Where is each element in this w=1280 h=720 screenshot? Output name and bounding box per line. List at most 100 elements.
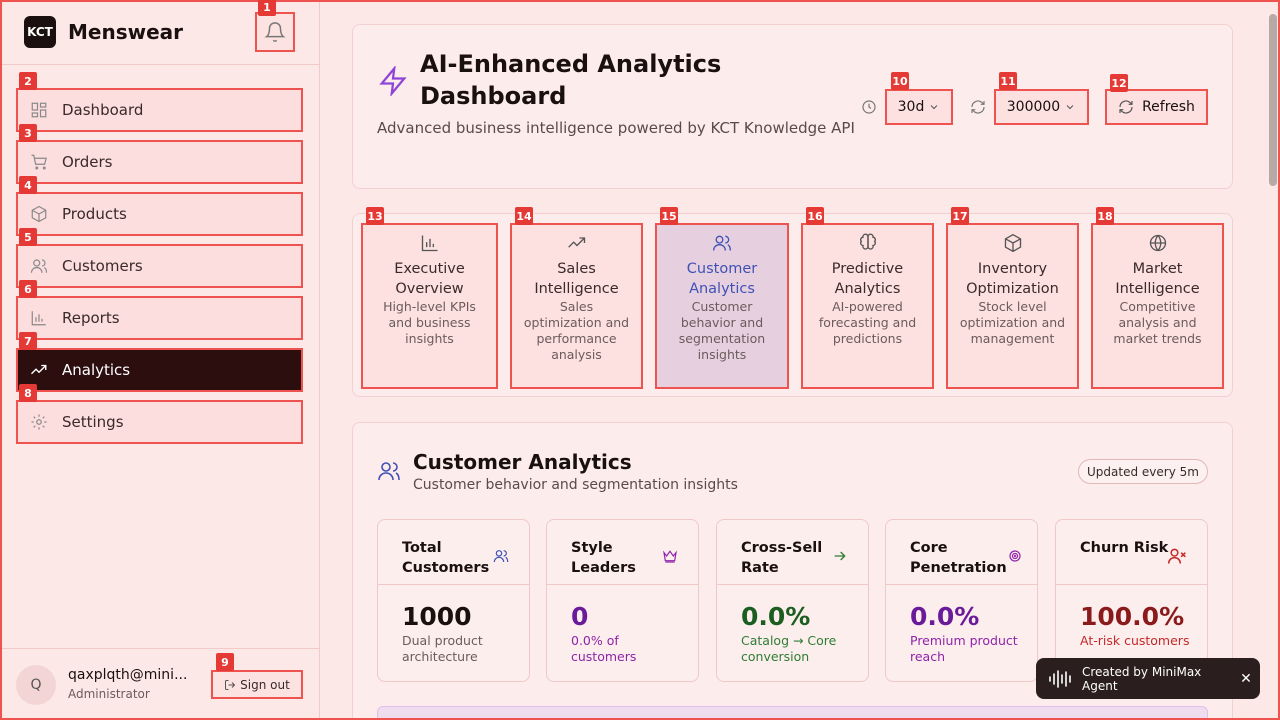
users-icon bbox=[30, 259, 48, 273]
tab-description: AI-powered forecasting and predictions bbox=[818, 299, 917, 346]
crown-icon bbox=[663, 550, 677, 563]
sidebar-item-label: Settings bbox=[62, 413, 124, 431]
metric-divider bbox=[547, 584, 698, 585]
users-icon bbox=[493, 550, 509, 563]
metric-card-core-penetration: Core Penetration 0.0% Premium product re… bbox=[885, 519, 1038, 682]
sidebar-item-analytics[interactable]: Analytics bbox=[16, 348, 303, 392]
tab-badge: 15 bbox=[660, 207, 678, 225]
sidebar-item-label: Reports bbox=[62, 309, 120, 327]
nav-badge: 5 bbox=[19, 228, 37, 246]
tab-title: Market Intelligence bbox=[1115, 261, 1200, 297]
metric-title: Cross-Sell Rate bbox=[741, 540, 823, 576]
update-frequency-badge: Updated every 5m bbox=[1078, 459, 1208, 484]
sidebar-item-customers[interactable]: Customers bbox=[16, 244, 303, 288]
kct-logo: KCT bbox=[24, 16, 56, 48]
signout-badge: 9 bbox=[216, 653, 234, 671]
close-icon[interactable]: ✕ bbox=[1232, 671, 1260, 687]
arrow-right-icon bbox=[834, 551, 846, 561]
trending-icon bbox=[567, 237, 585, 248]
section-subtitle: Customer behavior and segmentation insig… bbox=[413, 477, 738, 493]
cart-icon bbox=[31, 154, 47, 170]
tab-title: Executive Overview bbox=[394, 261, 465, 297]
users-icon bbox=[378, 462, 400, 481]
metric-title: Style Leaders bbox=[571, 540, 636, 576]
tab-customer-analytics[interactable]: Customer Analytics Customer behavior and… bbox=[655, 223, 789, 389]
metric-value: 0.0% bbox=[910, 602, 980, 631]
bell-icon bbox=[264, 22, 286, 42]
tab-badge: 18 bbox=[1096, 207, 1114, 225]
tab-badge: 14 bbox=[515, 207, 533, 225]
tab-title: Sales Intelligence bbox=[534, 261, 619, 297]
sign-out-label: Sign out bbox=[240, 677, 290, 692]
brand-name: Menswear bbox=[68, 20, 184, 44]
tab-executive-overview[interactable]: Executive Overview High-level KPIs and b… bbox=[361, 223, 498, 389]
metric-card-total-customers: Total Customers 1000 Dual product archit… bbox=[377, 519, 530, 682]
target-icon bbox=[1009, 550, 1021, 562]
metric-card-style-leaders: Style Leaders 0 0.0% of customers bbox=[546, 519, 699, 682]
page-title: AI-Enhanced Analytics Dashboard bbox=[420, 50, 722, 110]
sidebar-item-label: Dashboard bbox=[62, 101, 144, 119]
metric-divider bbox=[1056, 584, 1207, 585]
refresh-button[interactable]: Refresh bbox=[1105, 89, 1208, 125]
user-role: Administrator bbox=[68, 687, 150, 701]
sidebar-item-products[interactable]: Products bbox=[16, 192, 303, 236]
sidebar-item-label: Orders bbox=[62, 153, 113, 171]
tab-market-intelligence[interactable]: Market Intelligence Competitive analysis… bbox=[1091, 223, 1224, 389]
waveform-icon bbox=[1049, 669, 1071, 688]
dashboard-icon bbox=[31, 102, 47, 118]
metric-value: 0 bbox=[571, 602, 589, 631]
trending-icon bbox=[31, 364, 47, 375]
control-badge: 10 bbox=[891, 72, 909, 90]
refresh-interval-value: 300000 bbox=[1006, 99, 1061, 115]
time-range-select[interactable]: 30d bbox=[885, 89, 953, 125]
refresh-interval-select[interactable]: 300000 bbox=[994, 89, 1089, 125]
refresh-icon bbox=[1119, 100, 1133, 114]
nav-badge: 4 bbox=[19, 176, 37, 194]
tab-predictive-analytics[interactable]: Predictive Analytics AI-powered forecast… bbox=[801, 223, 934, 389]
nav-badge: 7 bbox=[19, 332, 37, 350]
metric-note: Premium product reach bbox=[910, 633, 1018, 664]
sidebar-item-settings[interactable]: Settings bbox=[16, 400, 303, 444]
sidebar-item-orders[interactable]: Orders bbox=[16, 140, 303, 184]
tab-badge: 16 bbox=[806, 207, 824, 225]
sidebar-item-dashboard[interactable]: Dashboard bbox=[16, 88, 303, 132]
sidebar-item-reports[interactable]: Reports bbox=[16, 296, 303, 340]
metric-note: Catalog → Core conversion bbox=[741, 633, 837, 664]
tab-description: Stock level optimization and management bbox=[959, 299, 1066, 346]
metric-value: 0.0% bbox=[741, 602, 811, 631]
tab-sales-intelligence[interactable]: Sales Intelligence Sales optimization an… bbox=[510, 223, 643, 389]
metric-divider bbox=[378, 584, 529, 585]
metric-card-cross-sell-rate: Cross-Sell Rate 0.0% Catalog → Core conv… bbox=[716, 519, 869, 682]
metric-value: 1000 bbox=[402, 602, 472, 631]
metric-note: Dual product architecture bbox=[402, 633, 483, 664]
tab-title: Customer Analytics bbox=[686, 261, 758, 297]
brand: KCT Menswear bbox=[24, 16, 183, 48]
sidebar-item-label: Analytics bbox=[62, 361, 131, 379]
sign-out-button[interactable]: Sign out bbox=[211, 670, 303, 699]
logout-icon bbox=[225, 679, 236, 690]
gear-icon bbox=[31, 414, 47, 430]
toast-label: Created by MiniMax Agent bbox=[1082, 664, 1202, 693]
nav-badge: 6 bbox=[19, 280, 37, 298]
brain-icon bbox=[859, 233, 876, 250]
chevron-down-icon bbox=[1066, 105, 1074, 110]
sidebar-item-label: Products bbox=[62, 205, 127, 223]
bar-chart-icon bbox=[421, 235, 437, 252]
notifications-button[interactable] bbox=[255, 12, 295, 52]
tab-description: Customer behavior and segmentation insig… bbox=[678, 299, 766, 362]
tab-title: Predictive Analytics bbox=[831, 261, 904, 297]
page-subtitle: Advanced business intelligence powered b… bbox=[377, 119, 855, 137]
user-email: qaxplqth@mini... bbox=[68, 667, 188, 683]
metric-value: 100.0% bbox=[1080, 602, 1185, 631]
tab-inventory-optimization[interactable]: Inventory Optimization Stock level optim… bbox=[946, 223, 1079, 389]
refresh-label: Refresh bbox=[1142, 99, 1195, 115]
metric-title: Churn Risk bbox=[1080, 540, 1169, 556]
clock-icon bbox=[862, 100, 876, 114]
globe-icon bbox=[1149, 234, 1166, 252]
metric-divider bbox=[886, 584, 1037, 585]
users-icon bbox=[713, 235, 731, 251]
scrollbar-thumb[interactable] bbox=[1269, 14, 1277, 186]
section-title: Customer Analytics bbox=[413, 450, 632, 474]
metric-divider bbox=[717, 584, 868, 585]
metric-note: 0.0% of customers bbox=[571, 633, 637, 664]
